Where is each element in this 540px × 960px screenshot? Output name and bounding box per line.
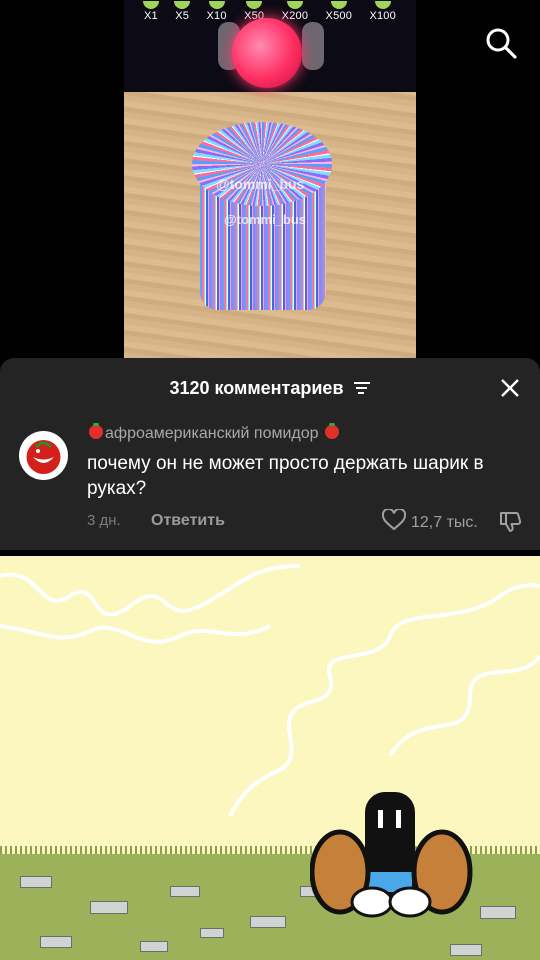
comment-text: почему он не может просто держать шарик … bbox=[87, 453, 484, 499]
search-icon[interactable] bbox=[484, 26, 518, 60]
comments-sheet: 3120 комментариев афроамериканский помид… bbox=[0, 358, 540, 550]
cartoon-character bbox=[310, 792, 473, 918]
tomato-icon bbox=[89, 423, 103, 439]
stone bbox=[200, 928, 224, 938]
stone bbox=[90, 901, 128, 914]
pink-ball bbox=[232, 18, 302, 88]
video-frame[interactable]: X1 X5 X10 X50 X200 X500 X100 @tommi_bus … bbox=[124, 0, 416, 358]
reply-button[interactable]: Ответить bbox=[151, 512, 225, 530]
stone bbox=[250, 916, 286, 928]
stone bbox=[20, 876, 52, 888]
comment-username[interactable]: афроамериканский помидор bbox=[87, 423, 341, 443]
avatar[interactable] bbox=[19, 431, 68, 480]
cartoon-scene[interactable] bbox=[0, 556, 540, 960]
username-text: афроамериканский помидор bbox=[105, 425, 319, 442]
tomato-icon bbox=[324, 423, 339, 439]
filter-icon[interactable] bbox=[353, 379, 371, 400]
multiplier-label: X500 bbox=[325, 1, 353, 22]
watermark: @tommi_bus bbox=[224, 212, 307, 227]
right-hand bbox=[302, 22, 324, 70]
close-icon[interactable] bbox=[500, 378, 520, 398]
multiplier-label: X1 bbox=[142, 1, 159, 22]
cylinder-top bbox=[192, 122, 332, 206]
comments-header: 3120 комментариев bbox=[0, 378, 540, 400]
heart-icon bbox=[381, 507, 407, 536]
stone bbox=[140, 941, 168, 952]
multiplier-label: X5 bbox=[174, 1, 191, 22]
stone bbox=[480, 906, 516, 919]
stone bbox=[40, 936, 72, 948]
comments-count-title: 3120 комментариев bbox=[169, 378, 344, 398]
like-button[interactable]: 12,7 тыс. bbox=[381, 507, 478, 536]
dislike-icon[interactable] bbox=[498, 509, 522, 538]
stone bbox=[170, 886, 200, 897]
like-count: 12,7 тыс. bbox=[411, 513, 478, 531]
comment-age: 3 дн. bbox=[87, 512, 121, 529]
multiplier-label: X100 bbox=[369, 1, 396, 22]
watermark: @tommi_bus bbox=[216, 176, 305, 192]
